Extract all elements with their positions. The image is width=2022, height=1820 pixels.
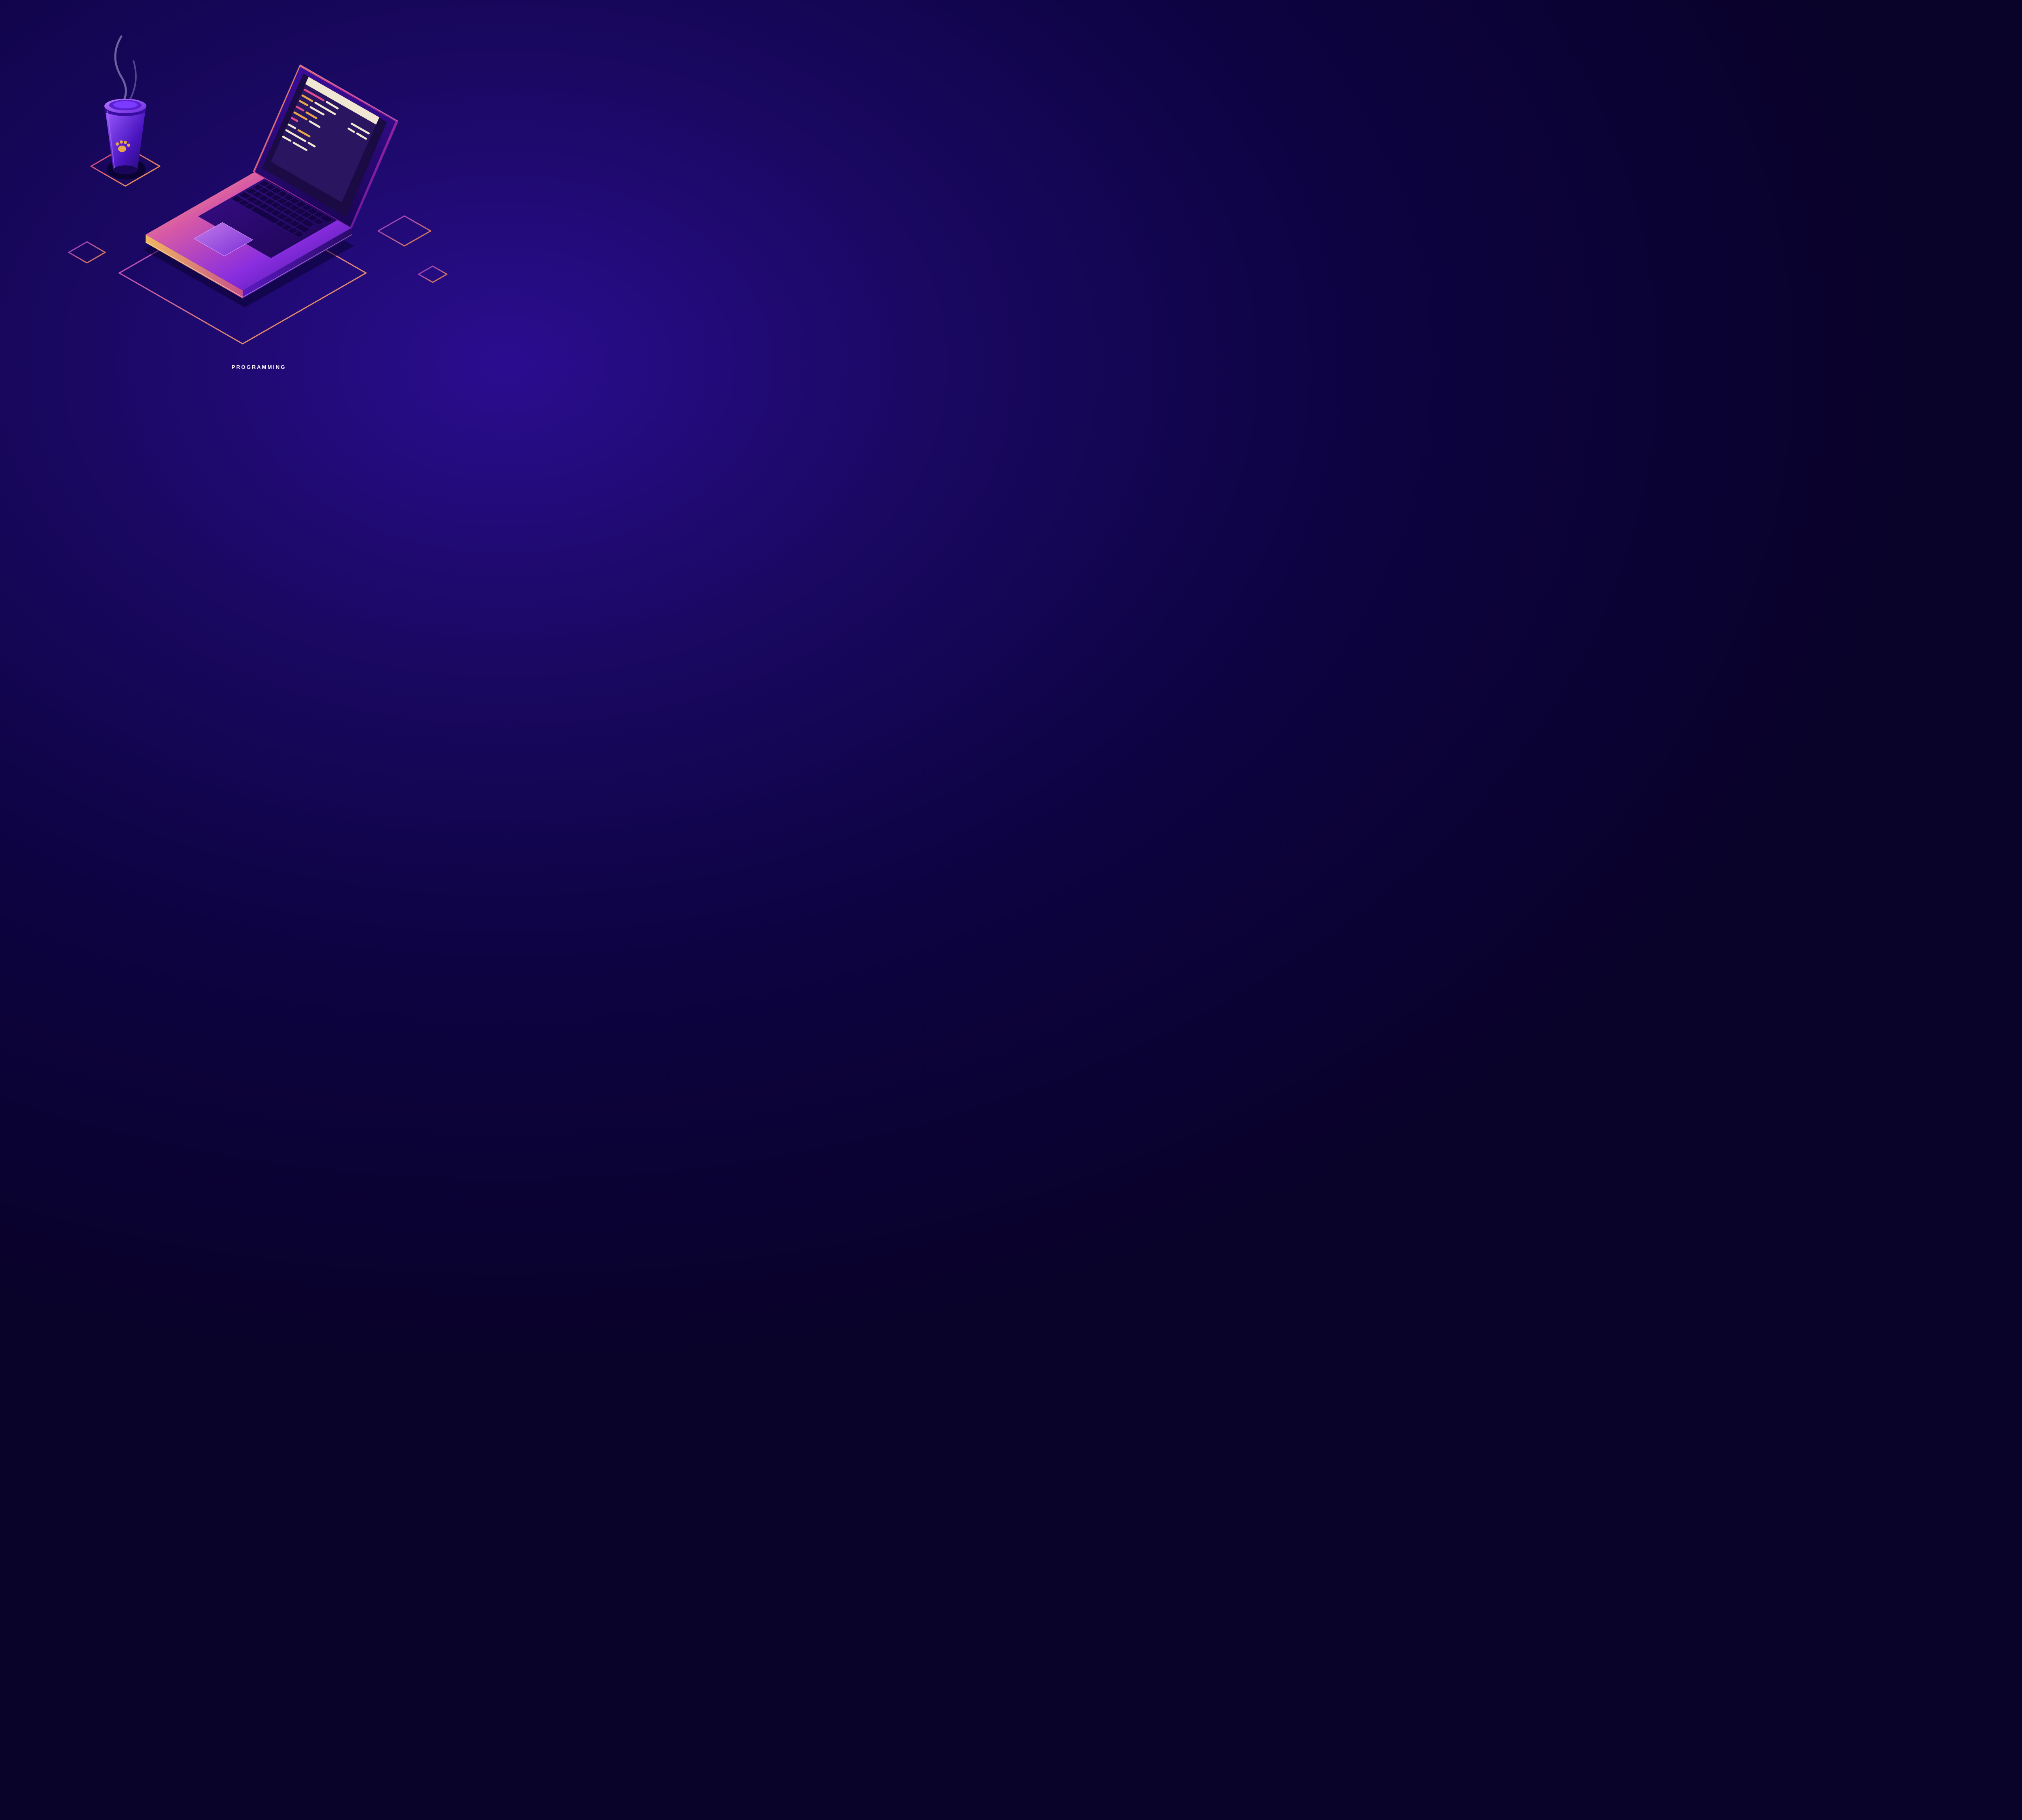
illustration-stage: PROGRAMMING <box>0 0 518 388</box>
floor-tile-right-small <box>419 266 447 282</box>
steam-icon <box>130 61 136 99</box>
isometric-scene <box>0 0 518 388</box>
steam-icon <box>115 36 126 107</box>
floor-tile-right-large <box>378 216 431 246</box>
floor-tile-left <box>69 242 105 263</box>
caption-text: PROGRAMMING <box>232 364 286 370</box>
coffee-cup <box>104 36 146 174</box>
laptop <box>146 65 398 298</box>
